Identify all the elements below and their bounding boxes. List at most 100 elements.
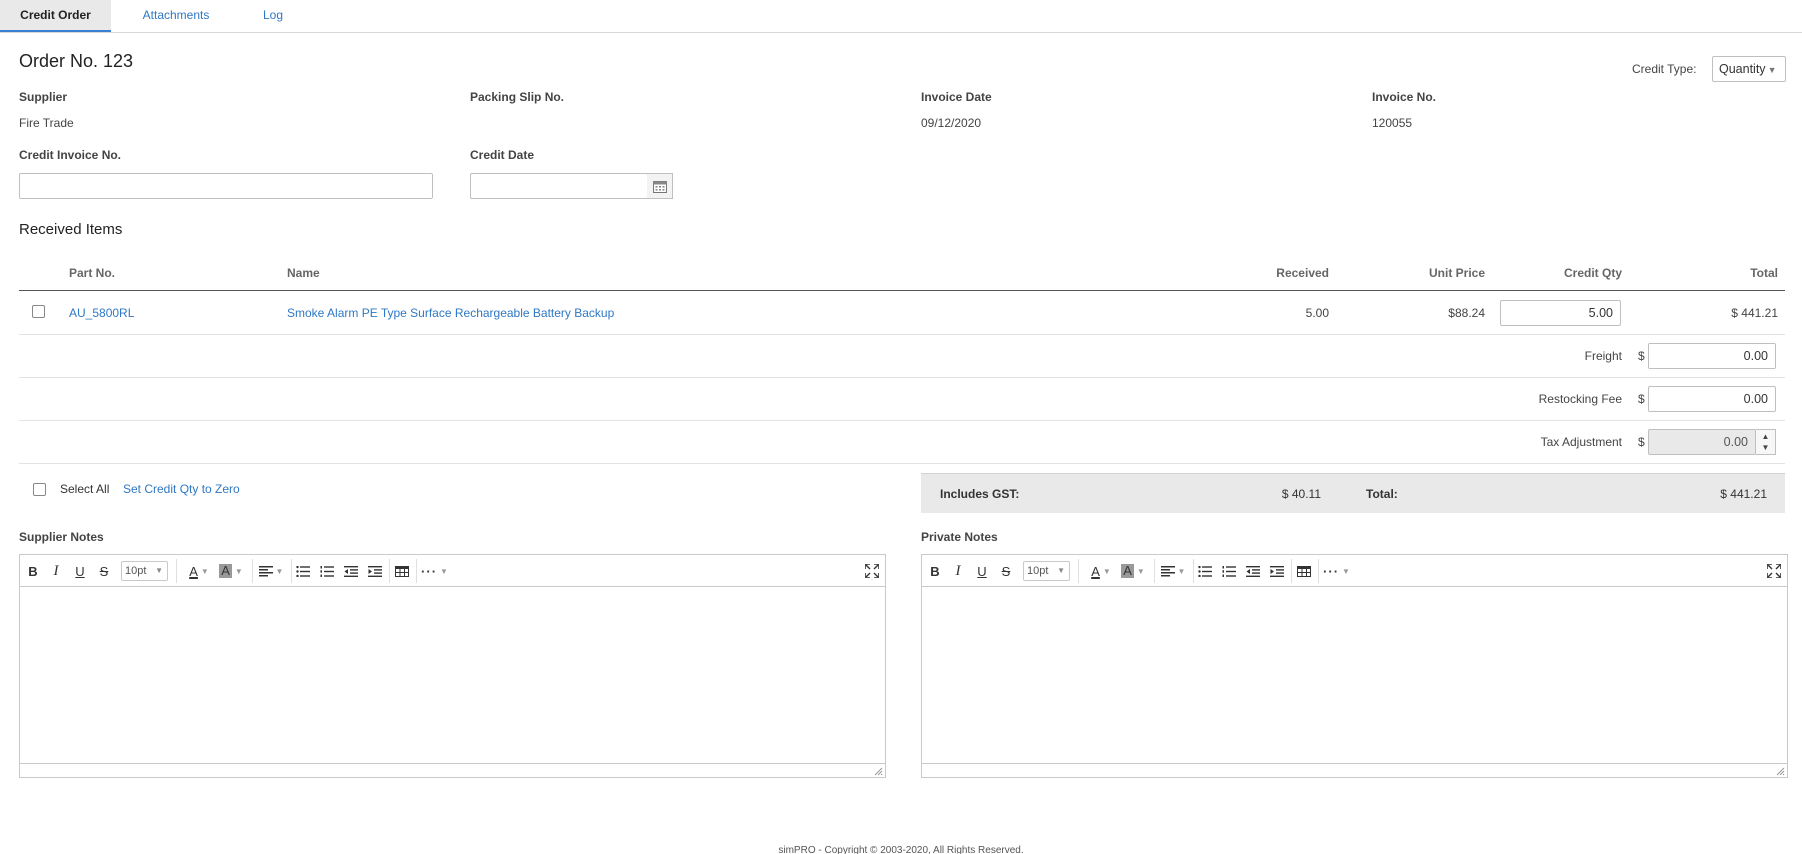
total-value: $ 441.21 (1720, 487, 1767, 501)
bold-icon[interactable]: B (25, 562, 41, 580)
text-color-icon[interactable]: A ▼ (1084, 562, 1118, 580)
tax-adjustment-currency: $ (1638, 435, 1645, 449)
tab-log[interactable]: Log (258, 0, 288, 32)
gst-value: $ 40.11 (1281, 487, 1321, 501)
outdent-icon[interactable] (342, 562, 360, 580)
footer-copyright: simPRO - Copyright © 2003-2020, All Righ… (778, 845, 1024, 854)
toolbar-separator (252, 559, 253, 583)
received-items-title: Received Items (19, 221, 123, 238)
italic-icon[interactable]: I (48, 562, 64, 580)
tab-credit-order[interactable]: Credit Order (0, 0, 111, 32)
column-header-unit-price: Unit Price (1428, 266, 1485, 280)
credit-type-select[interactable]: Quantity ▼ (1712, 56, 1786, 82)
supplier-notes-label: Supplier Notes (19, 530, 104, 544)
supplier-notes-textarea[interactable] (20, 588, 885, 764)
bullet-list-icon[interactable] (1196, 562, 1214, 580)
align-left-icon[interactable]: ▼ (1157, 562, 1189, 580)
toolbar-separator (291, 559, 292, 583)
toolbar-separator (389, 559, 390, 583)
tax-adjustment-input[interactable] (1648, 429, 1756, 455)
calendar-button[interactable] (647, 173, 673, 199)
invoice-no-value: 120055 (1372, 116, 1413, 130)
outdent-icon[interactable] (1244, 562, 1262, 580)
header-divider (19, 290, 1785, 291)
toolbar-separator (416, 559, 417, 583)
credit-date-label: Credit Date (470, 148, 535, 162)
more-options-icon[interactable]: ··· ▼ (1322, 562, 1352, 580)
resize-handle-icon[interactable] (873, 766, 883, 776)
restocking-fee-input[interactable] (1648, 386, 1776, 412)
numbered-list-icon[interactable] (318, 562, 336, 580)
tab-attachments[interactable]: Attachments (131, 0, 221, 32)
packing-slip-label: Packing Slip No. (470, 90, 565, 104)
row-checkbox[interactable] (32, 305, 45, 318)
table-icon[interactable] (1295, 562, 1313, 580)
item-name-link[interactable]: Smoke Alarm PE Type Surface Rechargeable… (287, 306, 614, 320)
credit-invoice-input[interactable] (19, 173, 433, 199)
fullscreen-icon[interactable] (863, 562, 881, 580)
freight-label: Freight (1584, 349, 1622, 363)
indent-icon[interactable] (1268, 562, 1286, 580)
editor-toolbar: B I U S 10pt ▼ A ▼ A ▼ ▼ ··· ▼ (20, 555, 885, 587)
credit-qty-input[interactable] (1500, 300, 1621, 326)
spinner-down-icon[interactable]: ▼ (1756, 442, 1775, 453)
invoice-date-label: Invoice Date (921, 90, 992, 104)
indent-icon[interactable] (366, 562, 384, 580)
toolbar-separator (1318, 559, 1319, 583)
font-size-select[interactable]: 10pt ▼ (121, 561, 168, 581)
credit-invoice-label: Credit Invoice No. (19, 148, 122, 162)
italic-icon[interactable]: I (950, 562, 966, 580)
row-divider (19, 334, 1785, 335)
column-header-name: Name (287, 266, 320, 280)
bold-icon[interactable]: B (927, 562, 943, 580)
resize-handle-icon[interactable] (1775, 766, 1785, 776)
tax-adjustment-spinner[interactable]: ▲ ▼ (1756, 429, 1776, 455)
row-divider (19, 420, 1785, 421)
credit-type-value: Quantity (1719, 62, 1766, 76)
tax-adjustment-label: Tax Adjustment (1540, 435, 1622, 449)
invoice-date-value: 09/12/2020 (921, 116, 982, 130)
text-color-icon[interactable]: A ▼ (182, 562, 216, 580)
supplier-notes-editor: B I U S 10pt ▼ A ▼ A ▼ ▼ ··· ▼ (19, 554, 886, 778)
toolbar-separator (176, 559, 177, 583)
editor-statusbar (20, 763, 885, 777)
font-size-select[interactable]: 10pt ▼ (1023, 561, 1070, 581)
numbered-list-icon[interactable] (1220, 562, 1238, 580)
toolbar-separator (1078, 559, 1079, 583)
highlight-color-icon[interactable]: A ▼ (1116, 562, 1150, 580)
underline-icon[interactable]: U (974, 562, 990, 580)
table-icon[interactable] (393, 562, 411, 580)
freight-input[interactable] (1648, 343, 1776, 369)
select-all-checkbox[interactable] (33, 483, 46, 496)
restocking-currency: $ (1638, 392, 1645, 406)
invoice-no-label: Invoice No. (1372, 90, 1437, 104)
font-size-value: 10pt (125, 565, 147, 577)
spinner-up-icon[interactable]: ▲ (1756, 431, 1775, 442)
select-all-label: Select All (60, 482, 110, 496)
set-credit-qty-zero-link[interactable]: Set Credit Qty to Zero (123, 482, 240, 496)
font-size-value: 10pt (1027, 565, 1049, 577)
column-header-part-no: Part No. (69, 266, 116, 280)
fullscreen-icon[interactable] (1765, 562, 1783, 580)
credit-date-input[interactable] (470, 173, 648, 199)
bullet-list-icon[interactable] (294, 562, 312, 580)
chevron-down-icon: ▼ (1767, 65, 1777, 75)
calendar-icon (652, 180, 667, 193)
column-header-credit-qty: Credit Qty (1563, 266, 1622, 280)
row-divider (19, 377, 1785, 378)
freight-currency: $ (1638, 349, 1645, 363)
received-value: 5.00 (1305, 306, 1329, 320)
highlight-color-icon[interactable]: A ▼ (214, 562, 248, 580)
private-notes-editor: B I U S 10pt ▼ A ▼ A ▼ ▼ ··· ▼ (921, 554, 1788, 778)
toolbar-separator (1154, 559, 1155, 583)
private-notes-textarea[interactable] (922, 588, 1787, 764)
column-header-total: Total (1750, 266, 1778, 280)
strikethrough-icon[interactable]: S (998, 562, 1014, 580)
strikethrough-icon[interactable]: S (96, 562, 112, 580)
tab-bar: Credit Order Attachments Log (0, 0, 1802, 33)
part-no-link[interactable]: AU_5800RL (69, 306, 134, 320)
align-left-icon[interactable]: ▼ (255, 562, 287, 580)
more-options-icon[interactable]: ··· ▼ (420, 562, 450, 580)
page-title: Order No. 123 (19, 51, 134, 71)
underline-icon[interactable]: U (72, 562, 88, 580)
